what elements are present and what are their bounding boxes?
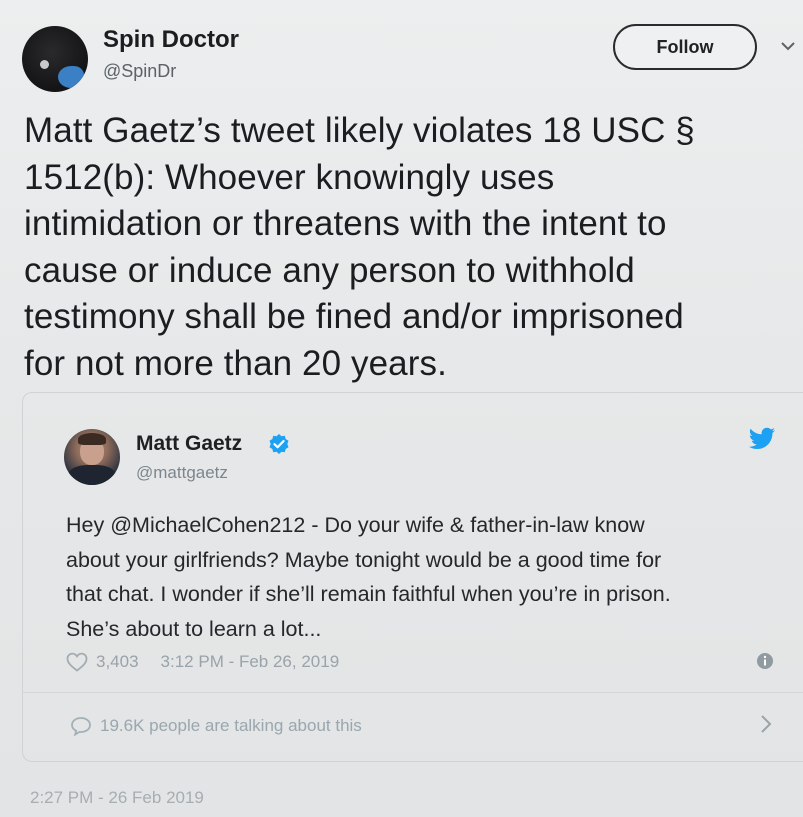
tweet-text-line: 1512(b): Whoever knowingly uses <box>24 157 555 197</box>
info-icon[interactable] <box>756 652 774 670</box>
author-name[interactable]: Spin Doctor <box>103 26 239 54</box>
like-count[interactable]: 3,403 <box>96 652 139 672</box>
tweet-text: Matt Gaetz’s tweet likely violates 18 US… <box>24 108 794 387</box>
twitter-bird-icon[interactable] <box>748 427 776 451</box>
tweet-text-line: testimony shall be fined and/or imprison… <box>24 297 684 336</box>
quoted-author-handle[interactable]: @mattgaetz <box>136 463 228 483</box>
speech-bubble-icon <box>71 717 91 736</box>
tweet-text-line: intimidation or threatens with the inten… <box>24 204 667 243</box>
tweet-timestamp[interactable]: 2:27 PM - 26 Feb 2019 <box>30 788 204 808</box>
tweet-text-line: cause or induce any person to withhold <box>24 250 635 290</box>
conversation-link[interactable]: 19.6K people are talking about this <box>70 716 362 736</box>
quoted-author-avatar[interactable] <box>64 429 120 485</box>
avatar-detail <box>58 66 84 88</box>
author-handle[interactable]: @SpinDr <box>103 61 176 82</box>
divider <box>22 692 803 693</box>
follow-button[interactable]: Follow <box>613 24 757 70</box>
avatar-detail <box>40 60 49 69</box>
avatar-detail <box>68 465 116 485</box>
tweet-text-line: for not more than 20 years. <box>24 343 447 383</box>
quoted-tweet-time[interactable]: 3:12 PM - Feb 26, 2019 <box>161 652 340 672</box>
quoted-text-line: She’s about to learn a lot... <box>66 616 322 641</box>
chevron-down-icon[interactable] <box>780 38 796 54</box>
quoted-text-line: Hey @MichaelCohen212 - Do your wife & fa… <box>66 513 645 537</box>
avatar-detail <box>78 433 106 445</box>
quoted-tweet-text: Hey @MichaelCohen212 - Do your wife & fa… <box>66 508 796 646</box>
heart-icon[interactable] <box>66 652 88 672</box>
tweet-text-line: Matt Gaetz’s tweet likely violates 18 US… <box>24 111 695 150</box>
quoted-text-line: that chat. I wonder if she’ll remain fai… <box>66 582 671 606</box>
author-avatar[interactable] <box>22 26 88 92</box>
chevron-right-icon[interactable] <box>760 714 772 734</box>
verified-badge-icon <box>269 434 289 454</box>
quoted-text-line: about your girlfriends? Maybe tonight wo… <box>66 547 662 572</box>
quoted-author-name[interactable]: Matt Gaetz <box>136 432 242 456</box>
quoted-meta-row: 3,403 3:12 PM - Feb 26, 2019 <box>66 652 339 672</box>
talking-count-text: 19.6K people are talking about this <box>100 716 362 735</box>
tweet-screen: Spin Doctor @SpinDr Follow Matt Gaetz’s … <box>0 0 803 817</box>
